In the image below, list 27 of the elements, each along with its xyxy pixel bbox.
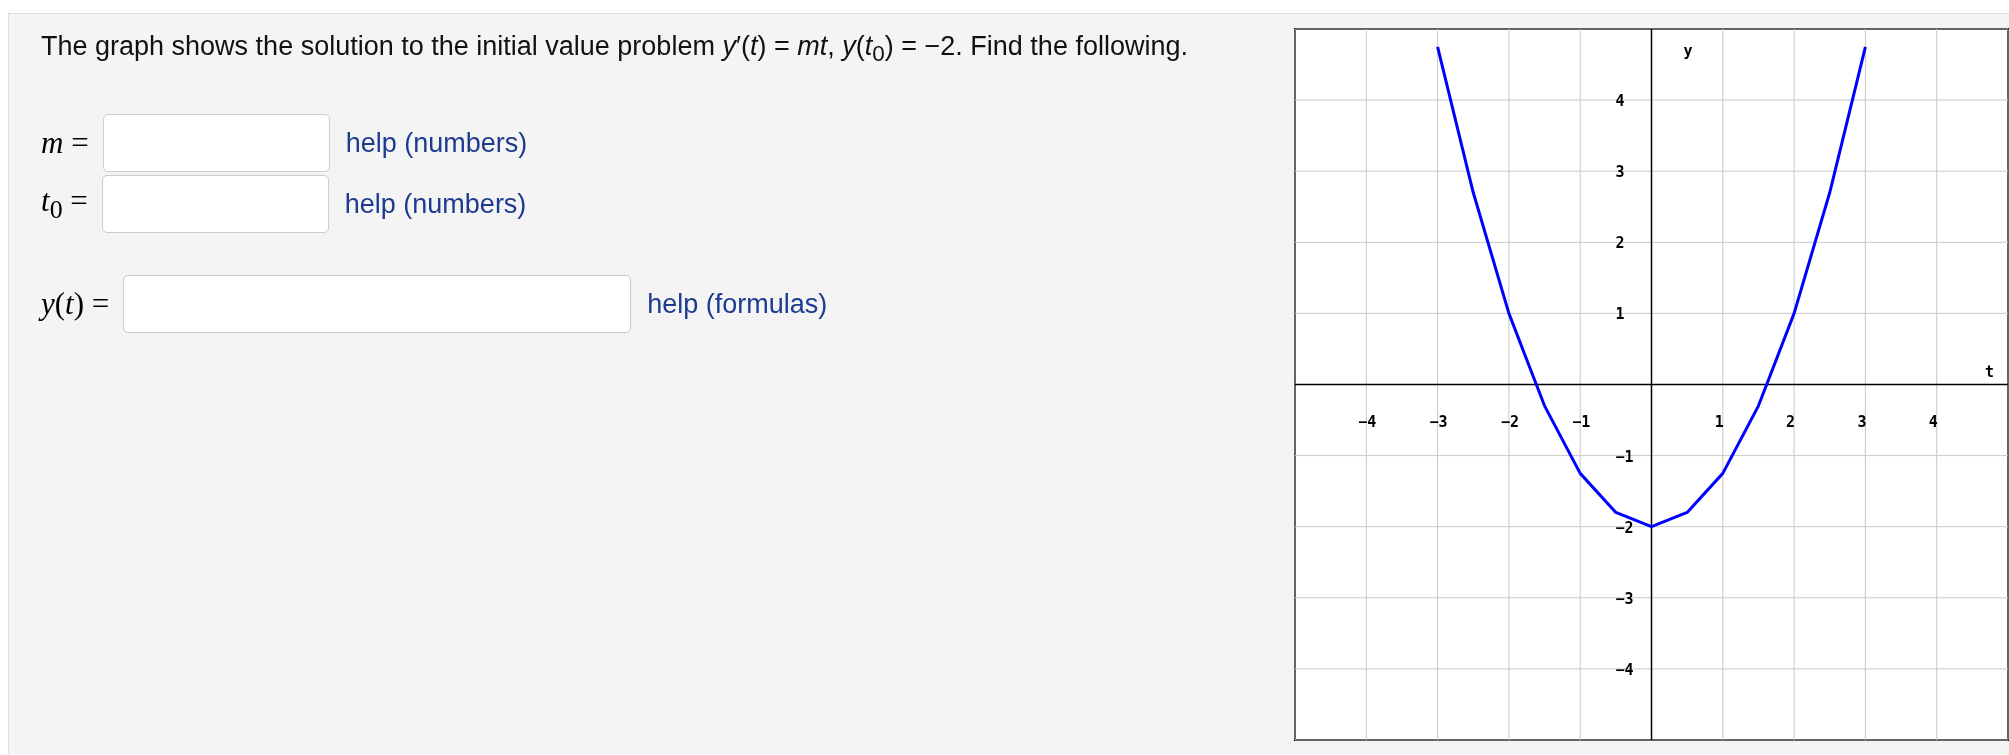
help-link[interactable]: help (numbers) bbox=[345, 127, 528, 159]
answer-field[interactable] bbox=[102, 114, 330, 173]
tick-label: 1 bbox=[1714, 412, 1724, 431]
tick-label: 4 bbox=[1615, 92, 1625, 111]
axis-label: t bbox=[1985, 362, 1995, 381]
tick-label: −2 bbox=[1615, 518, 1634, 537]
tick-label: 4 bbox=[1928, 412, 1938, 431]
tick-label: 1 bbox=[1615, 305, 1625, 324]
tick-label: 3 bbox=[1615, 163, 1625, 182]
tick-label: −4 bbox=[1615, 660, 1634, 679]
problem-text: The graph shows the solution to the initial value problem y′(t) = mt, y(t$_{0}$) = −2. Find the following. bbox=[41, 30, 1189, 69]
tick-label: −3 bbox=[1429, 412, 1448, 431]
tick-label: 2 bbox=[1786, 412, 1796, 431]
tick-label: 2 bbox=[1615, 234, 1625, 253]
answer-field[interactable] bbox=[101, 175, 329, 234]
help-link[interactable]: help (numbers) bbox=[344, 188, 527, 220]
tick-label: −2 bbox=[1500, 412, 1519, 431]
answer-label: m = bbox=[41, 125, 89, 162]
answer-label: t$_{0}$ = bbox=[41, 183, 88, 226]
help-link[interactable]: help (formulas) bbox=[647, 288, 828, 320]
answer-field[interactable] bbox=[123, 275, 632, 334]
tick-label: −3 bbox=[1615, 589, 1634, 608]
tick-label: 3 bbox=[1857, 412, 1867, 431]
tick-label: −1 bbox=[1615, 447, 1634, 466]
axis-label: y bbox=[1683, 42, 1693, 60]
tick-label: −4 bbox=[1358, 412, 1377, 431]
tick-label: −1 bbox=[1572, 412, 1591, 431]
